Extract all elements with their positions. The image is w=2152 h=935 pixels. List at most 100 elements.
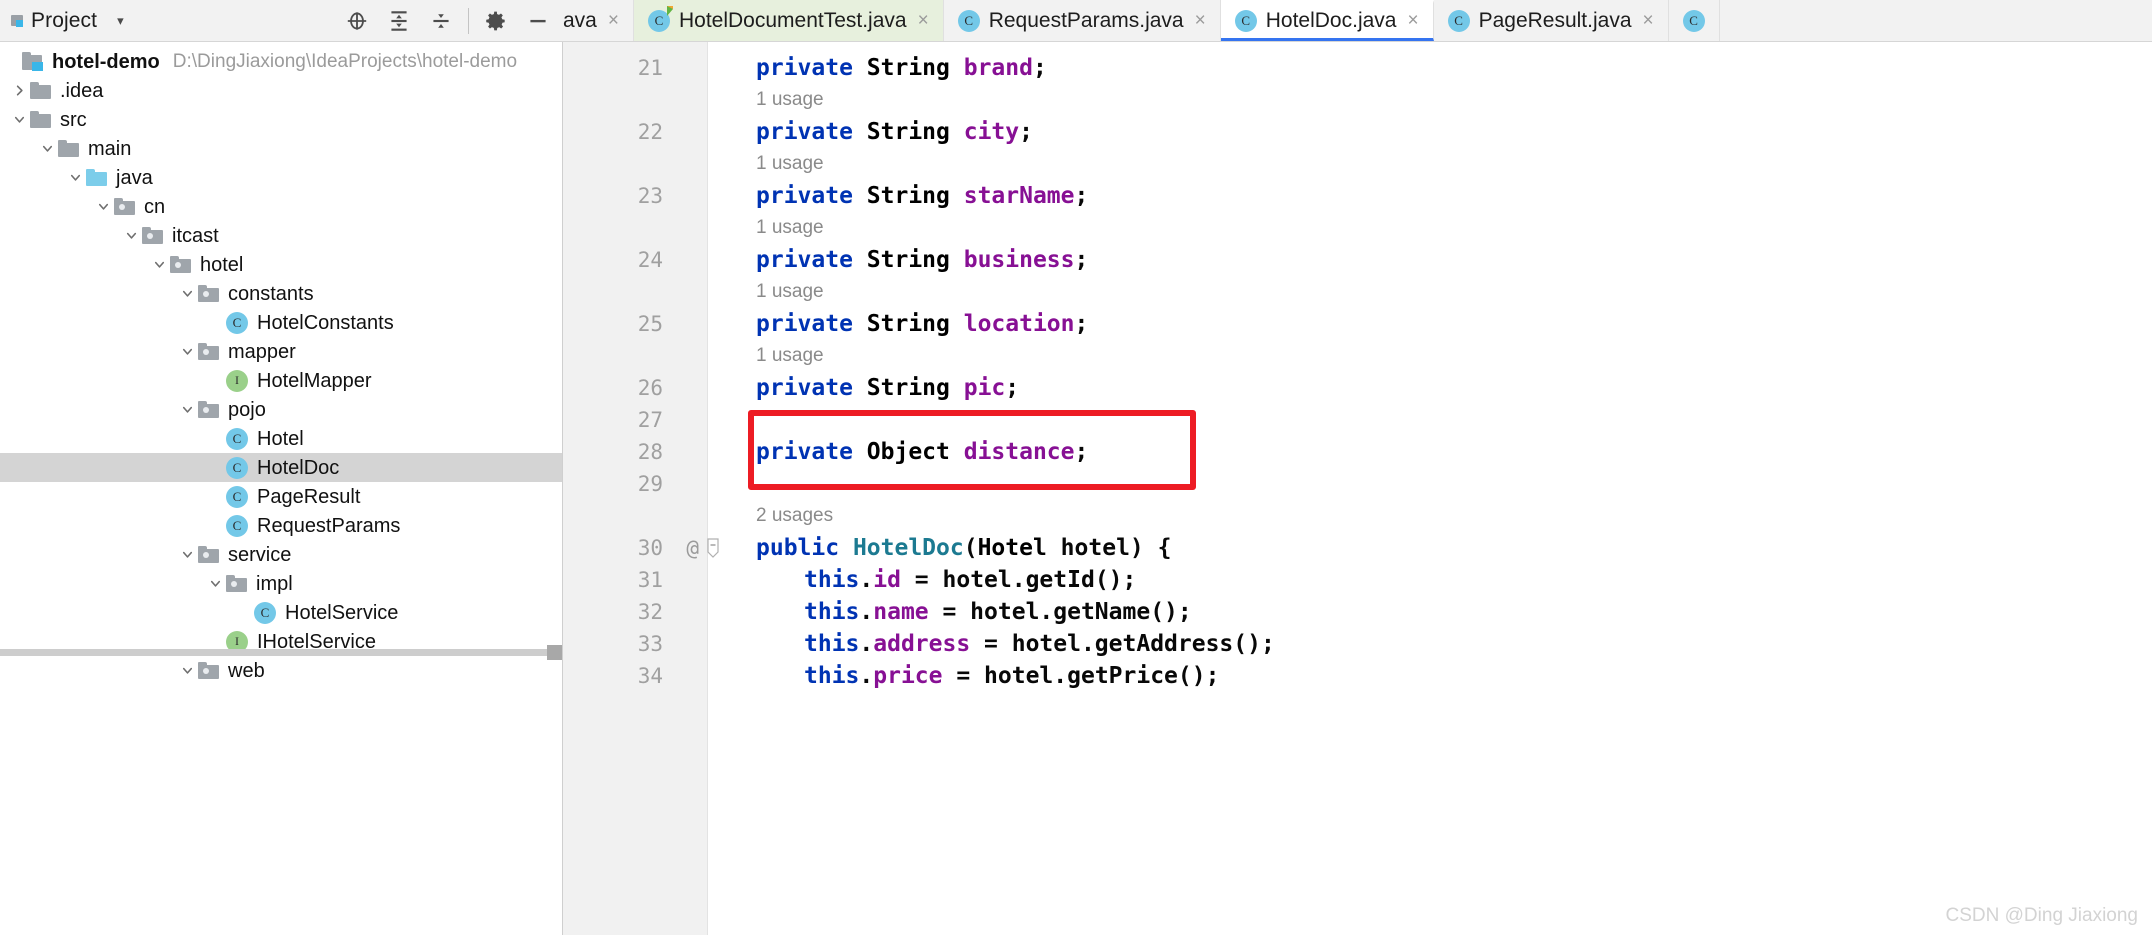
- twisty-expanded-icon[interactable]: [176, 344, 198, 359]
- tree-row--idea[interactable]: .idea: [0, 76, 562, 105]
- code-line-33[interactable]: this. address = hotel.getAddress();: [804, 628, 1275, 660]
- code-token: city: [963, 119, 1020, 145]
- twisty-expanded-icon[interactable]: [176, 663, 198, 678]
- chevron-down-icon[interactable]: ▾: [117, 14, 124, 27]
- code-line-23[interactable]: private String starName;: [756, 180, 1088, 212]
- code-line-25[interactable]: private String location;: [756, 308, 1088, 340]
- line-number: 32: [637, 600, 663, 624]
- tree-label: itcast: [172, 224, 219, 247]
- code-line-32[interactable]: this. name = hotel.getName();: [804, 596, 1192, 628]
- code-token: ;: [1074, 183, 1089, 209]
- close-icon[interactable]: ×: [608, 11, 619, 30]
- project-toolwindow-header: Project ▾: [0, 0, 563, 41]
- editor-tab-hoteldocumenttest[interactable]: C HotelDocumentTest.java ×: [633, 0, 944, 41]
- twisty-expanded-icon[interactable]: [204, 576, 226, 591]
- usage-hint[interactable]: 1 usage: [756, 84, 824, 116]
- code-editor[interactable]: 21 22 23 24 25 26 27 28 29 30 @31 32 33 34 private St…: [563, 42, 2152, 935]
- tree-row-hotel[interactable]: C Hotel: [0, 424, 562, 453]
- editor-tab-pageresult[interactable]: C PageResult.java ×: [1433, 0, 1669, 41]
- project-tree[interactable]: hotel-demo D:\DingJiaxiong\IdeaProjects\…: [0, 42, 563, 935]
- code-line-28[interactable]: private Object distance;: [756, 436, 1088, 468]
- usage-hint[interactable]: 1 usage: [756, 276, 824, 308]
- tree-row-hoteldoc[interactable]: C HotelDoc: [0, 453, 562, 482]
- editor-tab-overflow[interactable]: C: [1668, 0, 1720, 41]
- code-line-34[interactable]: this. price = hotel.getPrice();: [804, 660, 1219, 692]
- tree-row-hotel[interactable]: hotel: [0, 250, 562, 279]
- tree-row-constants[interactable]: constants: [0, 279, 562, 308]
- twisty-expanded-icon[interactable]: [8, 112, 30, 127]
- code-token: ;: [1074, 247, 1089, 273]
- usage-hint[interactable]: 1 usage: [756, 340, 824, 372]
- class-icon: C: [226, 514, 248, 537]
- package-icon: [198, 285, 219, 302]
- editor-tab-0[interactable]: ava ×: [563, 0, 634, 41]
- tree-row-hotelservice[interactable]: C HotelService: [0, 598, 562, 627]
- editor-tab-requestparams[interactable]: C RequestParams.java ×: [943, 0, 1221, 41]
- twisty-expanded-icon[interactable]: [64, 170, 86, 185]
- tree-row-pojo[interactable]: pojo: [0, 395, 562, 424]
- locate-icon[interactable]: [336, 1, 378, 41]
- code-line-26[interactable]: private String pic;: [756, 372, 1019, 404]
- annotation-gutter-icon[interactable]: @: [686, 532, 699, 564]
- usage-hint[interactable]: 1 usage: [756, 212, 824, 244]
- code-line-31[interactable]: this. id = hotel.getId();: [804, 564, 1136, 596]
- close-icon[interactable]: ×: [918, 11, 929, 30]
- tree-row-requestparams[interactable]: C RequestParams: [0, 511, 562, 540]
- close-icon[interactable]: ×: [1643, 11, 1654, 30]
- tree-row-impl[interactable]: impl: [0, 569, 562, 598]
- code-token: private: [756, 311, 867, 337]
- tree-row-service[interactable]: service: [0, 540, 562, 569]
- line-number: 28: [637, 440, 663, 464]
- twisty-collapsed-icon[interactable]: [8, 83, 30, 98]
- tree-horizontal-scrollbar[interactable]: [0, 645, 562, 660]
- tree-row-src[interactable]: src: [0, 105, 562, 134]
- class-icon: C: [226, 485, 248, 508]
- code-token: String: [866, 55, 964, 81]
- collapse-all-icon[interactable]: [420, 1, 462, 41]
- twisty-expanded-icon[interactable]: [36, 141, 58, 156]
- minimize-icon[interactable]: [517, 1, 559, 41]
- tree-row-itcast[interactable]: itcast: [0, 221, 562, 250]
- package-icon: [198, 343, 219, 360]
- code-token: private: [756, 119, 867, 145]
- tree-row-main[interactable]: main: [0, 134, 562, 163]
- tab-label: HotelDoc.java: [1265, 8, 1397, 32]
- tree-label: impl: [256, 572, 293, 595]
- close-icon[interactable]: ×: [1195, 11, 1206, 30]
- expand-all-icon[interactable]: [378, 1, 420, 41]
- line-number: 29: [637, 472, 663, 496]
- code-token: = hotel.getPrice();: [942, 663, 1220, 689]
- code-content[interactable]: private String brand; 1 usage private Stri…: [708, 42, 2152, 935]
- editor-tab-hoteldoc[interactable]: C HotelDoc.java ×: [1220, 0, 1434, 41]
- tree-row-cn[interactable]: cn: [0, 192, 562, 221]
- tree-row-java[interactable]: java: [0, 163, 562, 192]
- code-token: ;: [1019, 119, 1033, 145]
- tree-row-hotelmapper[interactable]: I HotelMapper: [0, 366, 562, 395]
- tree-row-web[interactable]: web: [0, 656, 562, 685]
- gear-icon[interactable]: [475, 1, 517, 41]
- twisty-expanded-icon[interactable]: [176, 286, 198, 301]
- twisty-expanded-icon[interactable]: [176, 547, 198, 562]
- editor-gutter[interactable]: 21 22 23 24 25 26 27 28 29 30 @31 32 33 34: [563, 42, 719, 935]
- tree-row-mapper[interactable]: mapper: [0, 337, 562, 366]
- code-line-24[interactable]: private String business;: [756, 244, 1088, 276]
- twisty-expanded-icon[interactable]: [92, 199, 114, 214]
- code-token: Object: [866, 439, 964, 465]
- tree-row-hotelconstants[interactable]: C HotelConstants: [0, 308, 562, 337]
- code-token: String: [866, 183, 964, 209]
- code-line-22[interactable]: private String city;: [756, 116, 1033, 148]
- twisty-expanded-icon[interactable]: [148, 257, 170, 272]
- project-folder-icon: [22, 52, 43, 71]
- tree-row-root[interactable]: hotel-demo D:\DingJiaxiong\IdeaProjects\…: [0, 47, 562, 76]
- class-icon: C: [226, 427, 248, 450]
- twisty-expanded-icon[interactable]: [120, 228, 142, 243]
- usage-hint[interactable]: 1 usage: [756, 148, 824, 180]
- tree-label: java: [116, 166, 153, 189]
- tree-row-pageresult[interactable]: C PageResult: [0, 482, 562, 511]
- code-line-21[interactable]: private String brand;: [756, 52, 1047, 84]
- top-strip: Project ▾ ava × C HotelDocumentTest.java…: [0, 0, 2152, 42]
- twisty-expanded-icon[interactable]: [176, 402, 198, 417]
- close-icon[interactable]: ×: [1407, 11, 1418, 30]
- usage-hint[interactable]: 2 usages: [756, 500, 833, 532]
- code-line-30[interactable]: public HotelDoc(Hotel hotel) {: [756, 532, 1171, 564]
